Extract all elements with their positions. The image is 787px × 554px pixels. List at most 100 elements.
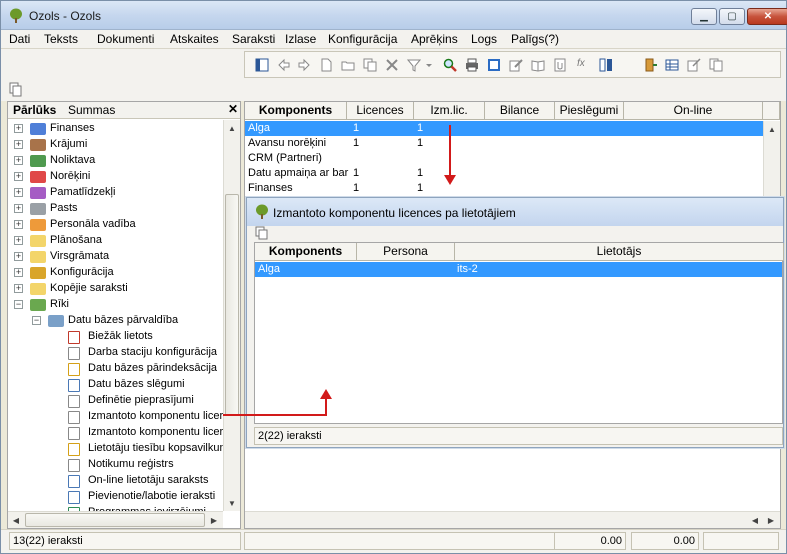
tree-item[interactable]: + Pamatlīdzekļi xyxy=(8,185,222,201)
new-document-icon[interactable] xyxy=(319,58,333,72)
duplicate-icon[interactable] xyxy=(709,58,723,72)
menu-teksts[interactable]: Teksts xyxy=(44,32,78,46)
copy-icon[interactable] xyxy=(363,58,377,72)
column-header-licences[interactable]: Licences xyxy=(347,102,414,120)
scroll-up-icon[interactable]: ▲ xyxy=(224,120,240,136)
expand-icon[interactable]: + xyxy=(14,156,23,165)
column-header-komponents[interactable]: Komponents xyxy=(245,102,347,120)
menu-dokumenti[interactable]: Dokumenti xyxy=(97,32,154,46)
menu-aprekins[interactable]: Aprēķins xyxy=(411,32,458,46)
tree-item[interactable]: + Virsgrāmata xyxy=(8,249,222,265)
column-header-komponents[interactable]: Komponents xyxy=(255,243,357,261)
table-row[interactable]: CRM (Partneri) xyxy=(245,151,763,166)
arrow-left-icon[interactable] xyxy=(277,58,291,72)
settings-icon[interactable] xyxy=(687,58,701,72)
menu-paligs[interactable]: Palīgs(?) xyxy=(511,32,559,46)
expand-icon[interactable]: + xyxy=(14,124,23,133)
grid-horizontal-scrollbar[interactable]: ◀ ▶ xyxy=(245,511,780,528)
tree-item[interactable]: Datu bāzes slēgumi xyxy=(8,377,222,393)
title-bar[interactable]: Ozols - Ozols ▁ ▢ ✕ xyxy=(1,1,787,30)
table-row[interactable]: Datu apmaiņa ar bar 1 1 xyxy=(245,166,763,181)
attach-icon[interactable] xyxy=(553,58,567,72)
column-header-lietotajs[interactable]: Lietotājs xyxy=(455,243,784,261)
expand-icon[interactable]: + xyxy=(14,172,23,181)
table-row[interactable]: Alga 1 1 xyxy=(245,121,763,136)
edit-icon[interactable] xyxy=(509,58,523,72)
close-button[interactable]: ✕ xyxy=(747,8,787,25)
minimize-button[interactable]: ▁ xyxy=(691,8,717,25)
tab-summas[interactable]: Summas xyxy=(68,103,115,117)
tree-item[interactable]: On-line lietotāju saraksts xyxy=(8,473,222,489)
subwindow-title-bar[interactable]: Izmantoto komponentu licences pa lietotā… xyxy=(247,198,783,226)
tree-item[interactable]: − Datu bāzes pārvaldība xyxy=(8,313,222,329)
copy-records-icon[interactable] xyxy=(255,226,269,240)
collapse-icon[interactable]: − xyxy=(14,300,23,309)
tree-item[interactable]: + Plānošana xyxy=(8,233,222,249)
column-header-piesleegumi[interactable]: Pieslēgumi xyxy=(555,102,624,120)
expand-icon[interactable]: + xyxy=(14,236,23,245)
column-header-izm-lic[interactable]: Izm.lic. xyxy=(414,102,485,120)
tab-parluks[interactable]: Pārlūks xyxy=(13,103,56,117)
book-icon[interactable] xyxy=(531,58,545,72)
tree-item[interactable]: Izmantoto komponentu licer xyxy=(8,409,223,425)
tree-item[interactable]: Lietotāju tiesību kopsavilkun xyxy=(8,441,226,457)
copy-records-icon[interactable] xyxy=(9,82,23,97)
tree-item[interactable]: Pievienotie/labotie ieraksti xyxy=(8,489,222,505)
menu-saraksti[interactable]: Saraksti xyxy=(232,32,275,46)
print-icon[interactable] xyxy=(465,58,479,72)
expand-icon[interactable]: + xyxy=(14,204,23,213)
scroll-thumb[interactable] xyxy=(225,194,239,416)
tree-item[interactable]: + Krājumi xyxy=(8,137,222,153)
menu-logs[interactable]: Logs xyxy=(471,32,497,46)
tree-item[interactable]: Definētie pieprasījumi xyxy=(8,393,222,409)
tree-item[interactable]: + Finanses xyxy=(8,121,222,137)
tree-item[interactable]: Biežāk lietots xyxy=(8,329,222,345)
expand-icon[interactable]: + xyxy=(14,220,23,229)
tree-item[interactable]: Darba staciju konfigurācija xyxy=(8,345,222,361)
table-row[interactable]: Alga its-2 xyxy=(255,262,782,277)
expand-icon[interactable]: + xyxy=(14,140,23,149)
expand-icon[interactable]: + xyxy=(14,252,23,261)
tree-item[interactable]: − Rīki xyxy=(8,297,222,313)
tree-vertical-scrollbar[interactable]: ▲ ▼ xyxy=(223,120,240,511)
menu-atskaites[interactable]: Atskaites xyxy=(170,32,219,46)
panel-icon[interactable] xyxy=(255,58,269,72)
menu-dati[interactable]: Dati xyxy=(9,32,30,46)
search-icon[interactable] xyxy=(443,58,457,72)
collapse-icon[interactable]: − xyxy=(32,316,41,325)
tree-item[interactable]: + Norēķini xyxy=(8,169,222,185)
scroll-right-icon[interactable]: ▶ xyxy=(763,512,779,528)
tree-item[interactable]: + Noliktava xyxy=(8,153,222,169)
expand-icon[interactable]: + xyxy=(14,268,23,277)
tree-item[interactable]: + Kopējie saraksti xyxy=(8,281,222,297)
grid-vertical-scrollbar[interactable]: ▲ xyxy=(763,121,780,197)
tree-item[interactable]: + Personāla vadība xyxy=(8,217,222,233)
delete-icon[interactable] xyxy=(385,58,399,72)
tree-item[interactable]: Notikumu reģistrs xyxy=(8,457,222,473)
columns-icon[interactable] xyxy=(599,58,613,72)
formula-icon[interactable]: fx xyxy=(577,58,591,72)
pane-close-icon[interactable]: ✕ xyxy=(228,102,238,116)
column-header-bilance[interactable]: Bilance xyxy=(485,102,555,120)
tree-item[interactable]: Izmantoto komponentu licer xyxy=(8,425,223,441)
scroll-left-icon[interactable]: ◀ xyxy=(8,512,24,528)
calculator-icon[interactable] xyxy=(487,58,501,72)
expand-icon[interactable]: + xyxy=(14,284,23,293)
column-header-online[interactable]: On-line xyxy=(624,102,763,120)
column-header-persona[interactable]: Persona xyxy=(357,243,455,261)
grid-icon[interactable] xyxy=(665,58,679,72)
table-row[interactable]: Avansu norēķini 1 1 xyxy=(245,136,763,151)
tree-horizontal-scrollbar[interactable]: ◀ ▶ xyxy=(8,511,223,528)
tree-item[interactable]: + Pasts xyxy=(8,201,222,217)
scroll-left-icon[interactable]: ◀ xyxy=(747,512,763,528)
table-row[interactable]: Finanses 1 1 xyxy=(245,181,763,196)
open-folder-icon[interactable] xyxy=(341,58,355,72)
scroll-right-icon[interactable]: ▶ xyxy=(206,512,222,528)
exit-door-icon[interactable] xyxy=(643,58,657,72)
filter-icon[interactable] xyxy=(407,58,421,72)
scroll-down-icon[interactable]: ▼ xyxy=(224,495,240,511)
tree-item[interactable]: + Konfigurācija xyxy=(8,265,222,281)
tree-item[interactable]: Datu bāzes pārindeksācija xyxy=(8,361,222,377)
dropdown-icon[interactable] xyxy=(425,58,433,72)
scroll-up-icon[interactable]: ▲ xyxy=(764,121,780,137)
